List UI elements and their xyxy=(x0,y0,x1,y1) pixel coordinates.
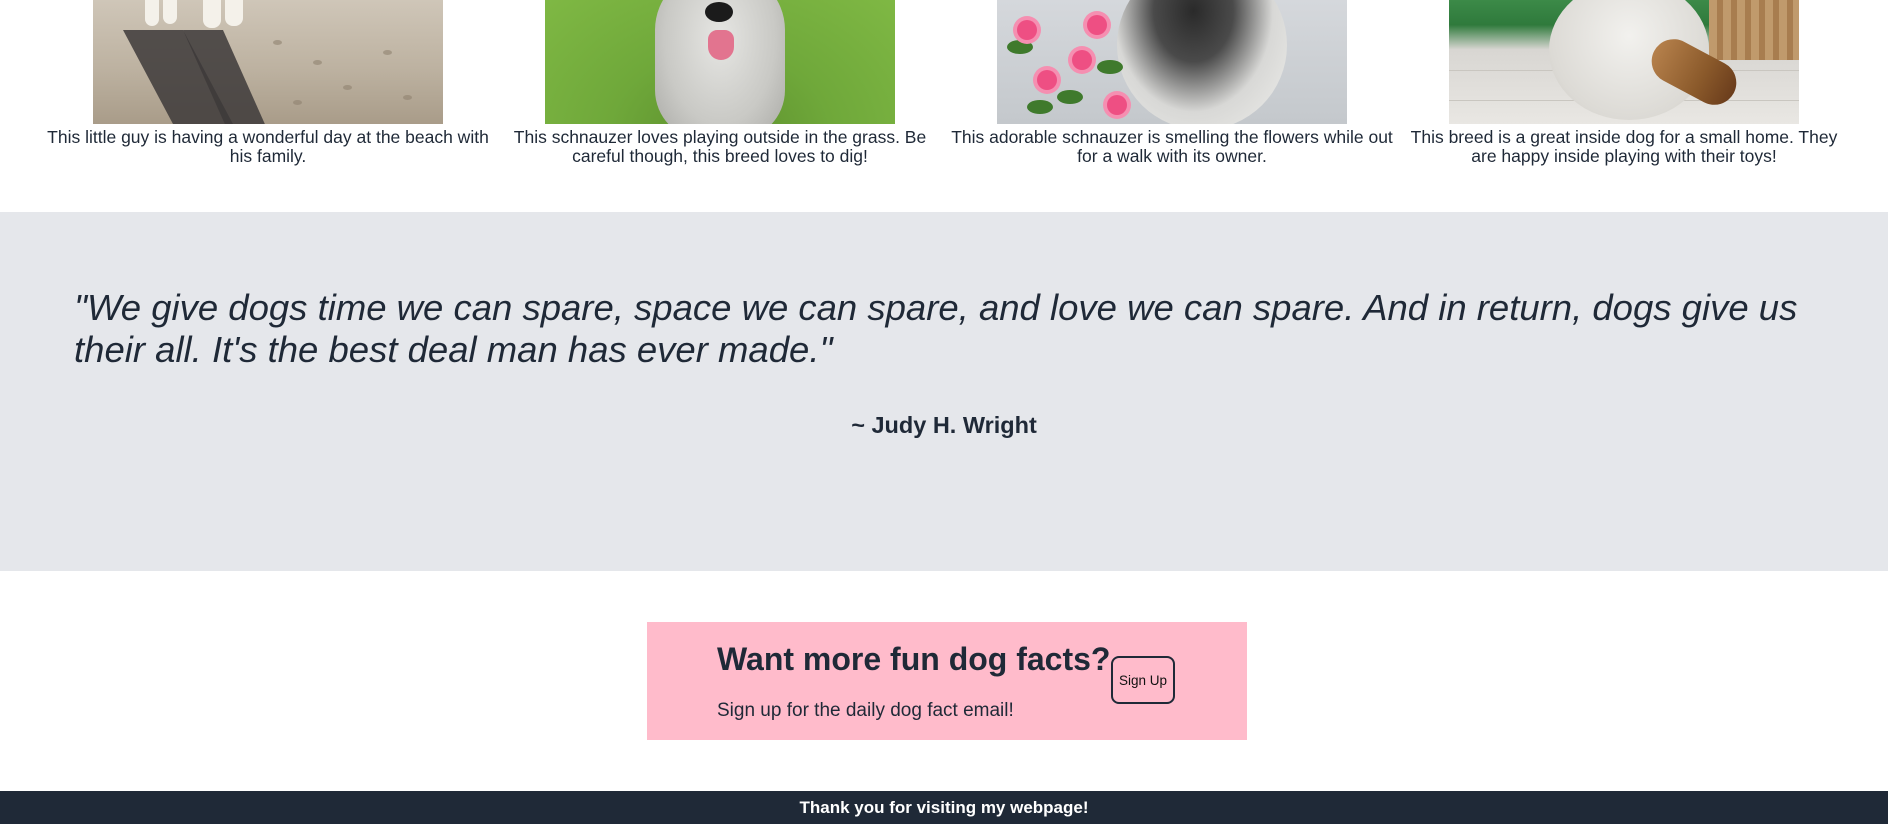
gallery-card: This adorable schnauzer is smelling the … xyxy=(946,0,1398,166)
gallery-caption: This adorable schnauzer is smelling the … xyxy=(951,127,1393,166)
footer-text: Thank you for visiting my webpage! xyxy=(799,798,1089,817)
quote-section: "We give dogs time we can spare, space w… xyxy=(0,212,1888,571)
dog-gallery: This little guy is having a wonderful da… xyxy=(0,0,1888,212)
gallery-card: This breed is a great inside dog for a s… xyxy=(1398,0,1850,166)
gallery-card: This little guy is having a wonderful da… xyxy=(42,0,494,166)
flowers-schnauzer-photo xyxy=(997,0,1347,124)
signup-text: Sign up for the daily dog fact email! xyxy=(717,700,1014,721)
beach-dog-photo xyxy=(93,0,443,124)
gallery-caption: This breed is a great inside dog for a s… xyxy=(1410,127,1838,166)
indoor-dog-toys-photo xyxy=(1449,0,1799,124)
quote-text: "We give dogs time we can spare, space w… xyxy=(74,287,1798,370)
gallery-caption: This schnauzer loves playing outside in … xyxy=(513,127,927,166)
sign-up-button[interactable]: Sign Up xyxy=(1111,656,1175,704)
gallery-card: This schnauzer loves playing outside in … xyxy=(494,0,946,166)
quote-author: ~ Judy H. Wright xyxy=(851,412,1037,438)
signup-box: Want more fun dog facts? Sign up for the… xyxy=(647,622,1247,740)
footer: Thank you for visiting my webpage! xyxy=(0,791,1888,824)
grass-schnauzer-photo xyxy=(545,0,895,124)
gallery-caption: This little guy is having a wonderful da… xyxy=(47,127,489,166)
signup-title: Want more fun dog facts? xyxy=(717,641,1111,677)
